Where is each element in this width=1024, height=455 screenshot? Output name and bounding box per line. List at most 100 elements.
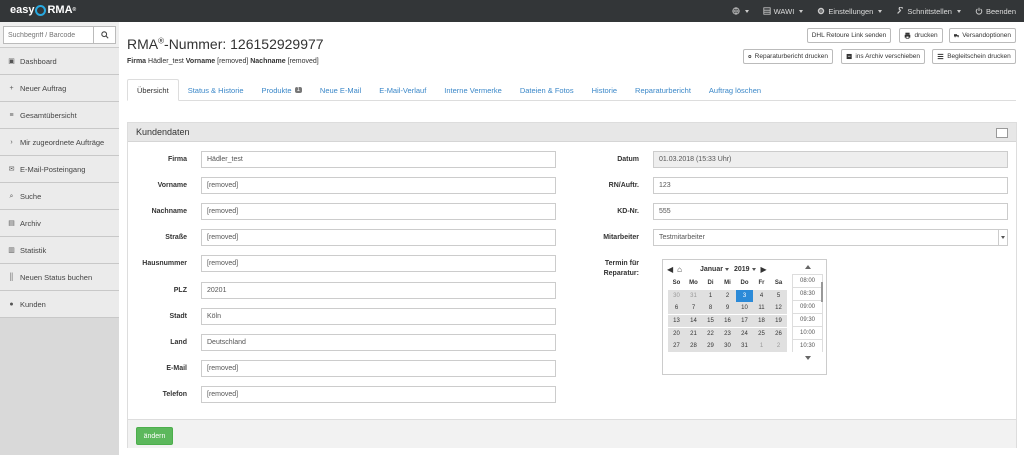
tab-internal-notes[interactable]: Interne Vermerke bbox=[435, 79, 511, 101]
calendar-day[interactable]: 1 bbox=[702, 289, 719, 302]
topnav-wawi[interactable]: WAWI bbox=[763, 7, 804, 16]
calendar-day[interactable]: 23 bbox=[719, 327, 736, 340]
tab-history[interactable]: Historie bbox=[583, 79, 626, 101]
calendar-day[interactable]: 10 bbox=[736, 302, 753, 315]
scroll-up-icon[interactable] bbox=[804, 265, 811, 269]
sidebar-item-statistics[interactable]: ▥ Statistik bbox=[0, 237, 119, 264]
strasse-input[interactable]: [removed] bbox=[201, 229, 556, 246]
calendar-day[interactable]: 31 bbox=[685, 289, 702, 302]
calendar-day[interactable]: 15 bbox=[702, 315, 719, 328]
search-button[interactable] bbox=[93, 26, 116, 44]
prev-month-icon[interactable]: ◀ bbox=[667, 265, 673, 274]
sidebar-item-overview[interactable]: ≡ Gesamtübersicht bbox=[0, 102, 119, 129]
repair-report-print-button[interactable]: Reparaturbericht drucken bbox=[743, 49, 833, 64]
sidebar-item-my-orders[interactable]: › Mir zugeordnete Aufträge bbox=[0, 129, 119, 156]
sidebar-item-new-status[interactable]: ║ Neuen Status buchen bbox=[0, 264, 119, 291]
time-list-scrollbar[interactable] bbox=[821, 282, 823, 302]
table-icon bbox=[763, 7, 771, 15]
year-select[interactable]: 2019 bbox=[734, 266, 750, 273]
brand-logo[interactable]: easy RMA ® bbox=[10, 4, 76, 16]
sidebar-item-customers[interactable]: ● Kunden bbox=[0, 291, 119, 318]
time-option[interactable]: 08:30 bbox=[792, 287, 823, 300]
calendar-day[interactable]: 30 bbox=[719, 340, 736, 353]
calendar-day[interactable]: 26 bbox=[770, 327, 787, 340]
calendar-day[interactable]: 31 bbox=[736, 340, 753, 353]
move-to-archive-button[interactable]: ins Archiv verschieben bbox=[841, 49, 925, 64]
time-option[interactable]: 10:30 bbox=[792, 339, 823, 352]
month-select[interactable]: Januar bbox=[700, 266, 723, 273]
calendar-day[interactable]: 27 bbox=[668, 340, 685, 353]
calendar-day[interactable]: 24 bbox=[736, 327, 753, 340]
calendar-day[interactable]: 2 bbox=[719, 289, 736, 302]
tab-repair-report[interactable]: Reparaturbericht bbox=[626, 79, 700, 101]
calendar-day[interactable]: 5 bbox=[770, 289, 787, 302]
calendar-day[interactable]: 9 bbox=[719, 302, 736, 315]
delivery-note-print-button[interactable]: Begleitschein drucken bbox=[932, 49, 1016, 64]
tab-status-history[interactable]: Status & Historie bbox=[179, 79, 253, 101]
calendar-day[interactable]: 25 bbox=[753, 327, 770, 340]
tab-new-email[interactable]: Neue E-Mail bbox=[311, 79, 370, 101]
tab-delete-order[interactable]: Auftrag löschen bbox=[700, 79, 770, 101]
stadt-input[interactable]: Köln bbox=[201, 308, 556, 325]
calendar-day[interactable]: 12 bbox=[770, 302, 787, 315]
calendar-day[interactable]: 17 bbox=[736, 315, 753, 328]
barcode-icon: ║ bbox=[9, 273, 14, 281]
topnav-logout[interactable]: Beenden bbox=[975, 7, 1016, 16]
time-option[interactable]: 09:00 bbox=[792, 300, 823, 313]
sidebar-item-inbox[interactable]: ✉ E-Mail-Posteingang bbox=[0, 156, 119, 183]
plz-input[interactable]: 20201 bbox=[201, 282, 556, 299]
tab-products[interactable]: Produkte 1 bbox=[253, 79, 311, 101]
calendar-day[interactable]: 14 bbox=[685, 315, 702, 328]
scroll-down-icon[interactable] bbox=[804, 356, 811, 360]
email-input[interactable]: [removed] bbox=[201, 360, 556, 377]
land-input[interactable]: Deutschland bbox=[201, 334, 556, 351]
calendar-day[interactable]: 16 bbox=[719, 315, 736, 328]
telefon-input[interactable]: [removed] bbox=[201, 386, 556, 403]
home-icon[interactable]: ⌂ bbox=[677, 265, 682, 274]
sidebar-item-search[interactable]: ⌕ Suche bbox=[0, 183, 119, 210]
calendar-day[interactable]: 22 bbox=[702, 327, 719, 340]
topnav-language[interactable] bbox=[732, 7, 749, 15]
shipping-options-button[interactable]: Versandoptionen bbox=[949, 28, 1016, 43]
kd-input[interactable]: 555 bbox=[653, 203, 1008, 220]
calendar-day[interactable]: 19 bbox=[770, 315, 787, 328]
hausnummer-input[interactable]: [removed] bbox=[201, 255, 556, 272]
nachname-input[interactable]: [removed] bbox=[201, 203, 556, 220]
time-option[interactable]: 10:00 bbox=[792, 326, 823, 339]
sidebar-item-archive[interactable]: ▤ Archiv bbox=[0, 210, 119, 237]
sidebar-item-dashboard[interactable]: ▣ Dashboard bbox=[0, 48, 119, 75]
topnav-settings[interactable]: Einstellungen bbox=[817, 7, 883, 16]
calendar-day[interactable]: 30 bbox=[668, 289, 685, 302]
calendar-day[interactable]: 21 bbox=[685, 327, 702, 340]
calendar-day[interactable]: 28 bbox=[685, 340, 702, 353]
dhl-return-button[interactable]: DHL Retoure Link senden bbox=[807, 28, 891, 43]
print-button[interactable]: drucken bbox=[899, 28, 943, 43]
calendar-day[interactable]: 11 bbox=[753, 302, 770, 315]
calendar-day[interactable]: 4 bbox=[753, 289, 770, 302]
collapse-panel-button[interactable] bbox=[996, 128, 1008, 138]
firma-input[interactable]: Hädler_test bbox=[201, 151, 556, 168]
tab-email-history[interactable]: E-Mail-Verlauf bbox=[370, 79, 435, 101]
calendar-day[interactable]: 18 bbox=[753, 315, 770, 328]
calendar-day[interactable]: 13 bbox=[668, 315, 685, 328]
rn-input[interactable]: 123 bbox=[653, 177, 1008, 194]
next-month-icon[interactable]: ▶ bbox=[761, 265, 767, 274]
time-option[interactable]: 08:00 bbox=[792, 274, 823, 287]
tab-files-photos[interactable]: Dateien & Fotos bbox=[511, 79, 583, 101]
calendar-day[interactable]: 1 bbox=[753, 340, 770, 353]
sidebar-item-new-order[interactable]: + Neuer Auftrag bbox=[0, 75, 119, 102]
calendar-day-selected[interactable]: 3 bbox=[736, 289, 753, 302]
mitarbeiter-select[interactable]: Testmitarbeiter bbox=[653, 229, 1008, 246]
time-option[interactable]: 09:30 bbox=[792, 313, 823, 326]
search-input[interactable] bbox=[3, 26, 93, 44]
calendar-day[interactable]: 2 bbox=[770, 340, 787, 353]
calendar-day[interactable]: 20 bbox=[668, 327, 685, 340]
calendar-day[interactable]: 29 bbox=[702, 340, 719, 353]
tab-overview[interactable]: Übersicht bbox=[127, 79, 179, 101]
vorname-input[interactable]: [removed] bbox=[201, 177, 556, 194]
calendar-day[interactable]: 7 bbox=[685, 302, 702, 315]
save-changes-button[interactable]: ändern bbox=[136, 427, 173, 445]
topnav-interfaces[interactable]: Schnittstellen bbox=[896, 7, 961, 16]
calendar-day[interactable]: 8 bbox=[702, 302, 719, 315]
calendar-day[interactable]: 6 bbox=[668, 302, 685, 315]
